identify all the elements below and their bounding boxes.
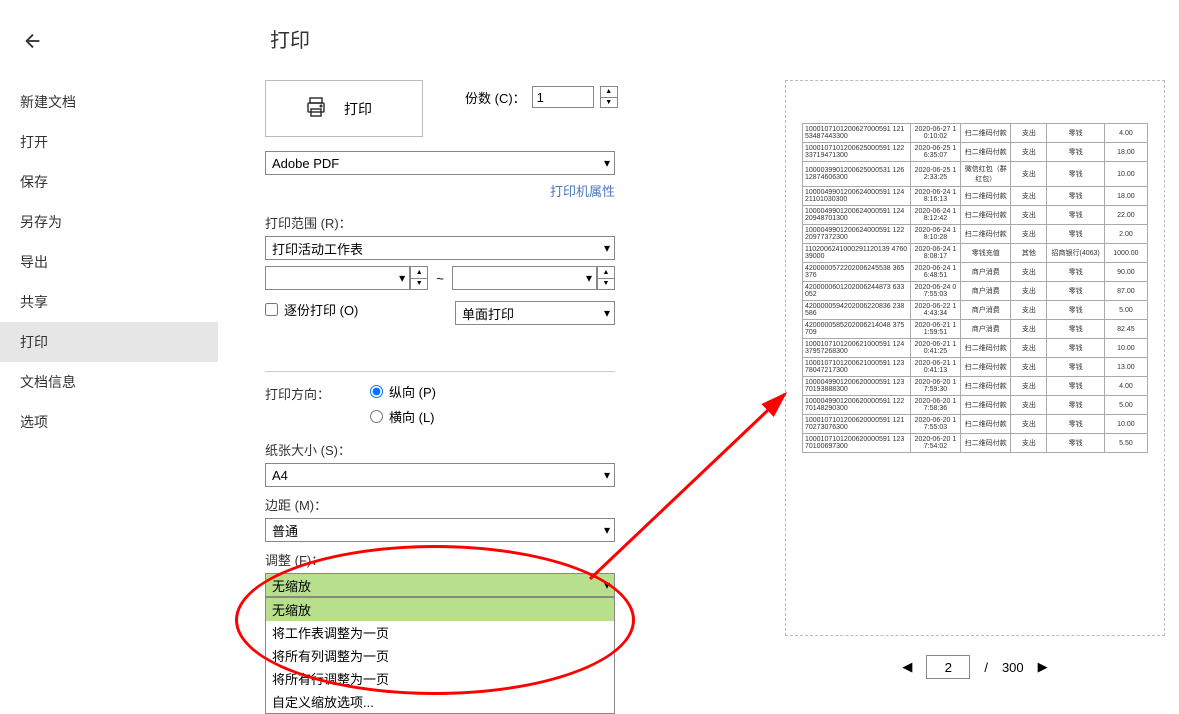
printer-icon: [302, 95, 330, 122]
orientation-portrait-label: 纵向 (P): [389, 382, 436, 401]
table-row: 1000049901200620000591 12370193888300202…: [803, 377, 1148, 396]
preview-pager: ◀ / 300 ▶: [785, 655, 1165, 679]
paper-size-label: 纸张大小 (S)：: [265, 440, 615, 459]
print-button[interactable]: 打印: [265, 80, 423, 137]
table-row: 4200000585202006214048 3757092020-06-21 …: [803, 320, 1148, 339]
sidebar-item-7[interactable]: 文档信息: [0, 362, 218, 402]
sidebar-item-8[interactable]: 选项: [0, 402, 218, 442]
pager-current-input[interactable]: [926, 655, 970, 679]
orientation-label: 打印方向：: [265, 384, 330, 428]
table-row: 1000039901200625000531 12612874606300202…: [803, 162, 1148, 187]
collate-checkbox[interactable]: [265, 303, 278, 316]
scaling-option-0[interactable]: 无缩放: [266, 598, 614, 621]
pager-next-icon[interactable]: ▶: [1038, 659, 1048, 675]
range-separator: ~: [436, 271, 444, 286]
pager-prev-icon[interactable]: ◀: [902, 659, 912, 675]
sidebar-item-0[interactable]: 新建文档: [0, 82, 218, 122]
printer-select[interactable]: Adobe PDF: [265, 151, 615, 175]
table-row: 1102006241000291120139 4760390002020-06-…: [803, 244, 1148, 263]
sidebar-item-1[interactable]: 打开: [0, 122, 218, 162]
sidebar: 新建文档打开保存另存为导出共享打印文档信息选项: [0, 82, 218, 442]
print-range-select[interactable]: 打印活动工作表: [265, 236, 615, 260]
scaling-option-4[interactable]: 自定义缩放选项...: [266, 690, 614, 713]
table-row: 1000107101200621000591 12437957268300202…: [803, 339, 1148, 358]
preview-table: 1000107101200627000591 12153487443300202…: [802, 123, 1148, 453]
print-preview-pane: 1000107101200627000591 12153487443300202…: [785, 80, 1165, 636]
collate-label: 逐份打印 (O): [284, 300, 358, 319]
duplex-select[interactable]: 单面打印: [455, 301, 615, 325]
margin-label: 边距 (M)：: [265, 495, 615, 514]
scaling-option-2[interactable]: 将所有列调整为一页: [266, 644, 614, 667]
orientation-landscape-radio[interactable]: [370, 410, 383, 423]
sidebar-item-6[interactable]: 打印: [0, 322, 218, 362]
section-divider: [265, 371, 615, 372]
sidebar-item-5[interactable]: 共享: [0, 282, 218, 322]
pager-separator: /: [984, 660, 988, 675]
table-row: 1000049901200624000591 12220977372300202…: [803, 225, 1148, 244]
sidebar-item-2[interactable]: 保存: [0, 162, 218, 202]
scaling-select[interactable]: 无缩放: [265, 573, 615, 597]
scaling-dropdown-list: 无缩放将工作表调整为一页将所有列调整为一页将所有行调整为一页自定义缩放选项...: [265, 597, 615, 714]
table-row: 4200000594202006220836 2385862020-06-22 …: [803, 301, 1148, 320]
scaling-option-1[interactable]: 将工作表调整为一页: [266, 621, 614, 644]
paper-size-select[interactable]: A4: [265, 463, 615, 487]
table-row: 1000049901200620000591 12270148290300202…: [803, 396, 1148, 415]
orientation-portrait-radio[interactable]: [370, 385, 383, 398]
table-row: 1000107101200620000591 12170273076300202…: [803, 415, 1148, 434]
table-row: 4200000601202006244873 6330522020-06-24 …: [803, 282, 1148, 301]
table-row: 1000049901200624000591 12421101030300202…: [803, 187, 1148, 206]
table-row: 1000049901200624000591 12420948701300202…: [803, 206, 1148, 225]
range-to-spinner[interactable]: ▲▼: [597, 266, 615, 290]
back-arrow-icon[interactable]: [22, 30, 44, 57]
range-from-spinner[interactable]: ▲▼: [410, 266, 428, 290]
sidebar-item-3[interactable]: 另存为: [0, 202, 218, 242]
range-from-input[interactable]: [265, 266, 410, 290]
orientation-landscape-label: 横向 (L): [389, 407, 435, 426]
sidebar-item-4[interactable]: 导出: [0, 242, 218, 282]
printer-properties-link[interactable]: 打印机属性: [550, 184, 615, 199]
table-row: 1000107101200620000591 12370100697300202…: [803, 434, 1148, 453]
table-row: 1000107101200625000591 12233719471300202…: [803, 143, 1148, 162]
table-row: 1000107101200627000591 12153487443300202…: [803, 124, 1148, 143]
range-to-input[interactable]: [452, 266, 597, 290]
scaling-option-3[interactable]: 将所有行调整为一页: [266, 667, 614, 690]
table-row: 1000107101200621000591 12378047217300202…: [803, 358, 1148, 377]
scaling-label: 调整 (F)：: [265, 550, 615, 569]
print-range-label: 打印范围 (R)：: [265, 213, 615, 232]
page-title: 打印: [270, 24, 310, 53]
margin-select[interactable]: 普通: [265, 518, 615, 542]
table-row: 4200000572202006245538 3653762020-06-24 …: [803, 263, 1148, 282]
print-button-label: 打印: [344, 99, 372, 119]
pager-total: 300: [1002, 660, 1024, 675]
